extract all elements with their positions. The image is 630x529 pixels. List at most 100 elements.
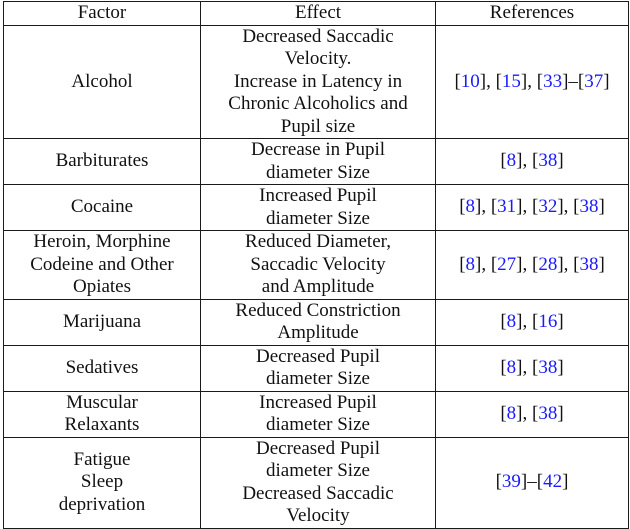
citation-link[interactable]: 38	[579, 196, 598, 217]
citation-link[interactable]: 38	[538, 403, 557, 424]
citation-link[interactable]: 42	[543, 471, 562, 492]
citation-separator: ,	[481, 196, 491, 218]
factor-cell: Muscular Relaxants	[3, 390, 201, 438]
factor-text: Cocaine	[70, 196, 134, 218]
factor-text: Relaxants	[64, 414, 140, 435]
references-list: [8], [31], [32], [38]	[459, 196, 605, 217]
bracket-close: ]	[557, 356, 564, 378]
effect-cell: Increased Pupil diameter Size	[200, 184, 436, 231]
effect-text: diameter Size	[266, 161, 370, 183]
effect-text: Decreased Saccadic	[242, 25, 394, 47]
citation-link[interactable]: 32	[538, 196, 557, 217]
table-row: Cocaine Increased Pupil diameter Size [8], …	[3, 184, 629, 231]
effect-text: Velocity.	[284, 48, 352, 69]
citation-link[interactable]: 39	[502, 471, 521, 492]
citation-separator: ,	[563, 196, 574, 218]
bracket-close: ]	[598, 196, 605, 218]
factor-text: Barbiturates	[55, 150, 149, 172]
citation-separator: ,	[522, 150, 532, 172]
references-cell: [8], [38]	[435, 390, 629, 438]
citation-link[interactable]: 8	[466, 254, 476, 275]
table-row: Sedatives Decreased Pupil diameter Size [8]…	[3, 344, 629, 392]
factor-cell: Barbiturates	[3, 138, 201, 185]
bracket-close: ]	[598, 253, 605, 275]
citation-link[interactable]: 31	[497, 196, 516, 217]
effect-text: and Amplitude	[261, 276, 375, 297]
effect-cell: Decreased Pupil diameter Size	[200, 344, 436, 392]
header-factor: Factor	[3, 1, 201, 26]
citation-link[interactable]: 15	[502, 71, 521, 92]
table-row: Muscular Relaxants Increased Pupil diameter…	[3, 390, 629, 438]
references-list: [8], [16]	[500, 311, 563, 332]
factor-text: deprivation	[58, 493, 146, 515]
citation-link[interactable]: 37	[584, 71, 603, 92]
factor-cell: Marijuana	[3, 298, 201, 346]
effect-text: Decreased Pupil	[256, 345, 380, 367]
citation-separator: –	[568, 70, 578, 92]
effect-text: Decreased Saccadic	[242, 482, 394, 504]
effect-text: Increase in Latency in	[233, 70, 403, 92]
references-list: [8], [27], [28], [38]	[459, 254, 605, 275]
citation-separator: ,	[563, 253, 574, 275]
header-row: Factor Effect References	[3, 1, 629, 26]
effect-cell: Increased Pupil diameter Size	[200, 390, 436, 438]
citation-link[interactable]: 28	[538, 254, 557, 275]
factor-text: Muscular	[66, 391, 138, 413]
citation-link[interactable]: 8	[466, 196, 476, 217]
header-effect: Effect	[200, 1, 436, 26]
citation-separator: ,	[522, 356, 532, 378]
citation-separator: ,	[486, 70, 496, 92]
table-row: Marijuana Reduced Constriction Amplitude [8…	[3, 298, 629, 346]
citation-separator: ,	[522, 310, 532, 332]
citation-link[interactable]: 10	[461, 71, 480, 92]
effect-text: Reduced Constriction	[235, 299, 401, 321]
factor-text: Sleep	[80, 471, 124, 493]
references-list: [8], [38]	[500, 357, 563, 378]
bracket-close: ]	[562, 471, 569, 493]
effect-text: Chronic Alcoholics and	[228, 93, 408, 114]
factor-text: Fatigue	[73, 448, 131, 470]
citation-link[interactable]: 38	[538, 357, 557, 378]
table-body: Alcohol Decreased Saccadic Velocity. Increa…	[3, 24, 629, 529]
citation-link[interactable]: 8	[507, 150, 517, 171]
citation-separator: ,	[522, 402, 532, 424]
factor-text: Heroin, Morphine	[33, 231, 171, 252]
references-list: [39]–[42]	[496, 471, 569, 492]
references-cell: [8], [38]	[435, 344, 629, 392]
citation-separator: ,	[522, 253, 532, 275]
drug-effects-table: Factor Effect References Alcohol Decrease…	[3, 1, 629, 529]
effect-text: Increased Pupil	[259, 185, 377, 206]
citation-link[interactable]: 8	[507, 403, 517, 424]
bracket-close: ]	[557, 402, 564, 424]
effect-text: diameter Size	[266, 460, 370, 481]
table-row: Fatigue Sleep deprivation Decreased Pupil di…	[3, 436, 629, 529]
factor-cell: Fatigue Sleep deprivation	[3, 436, 201, 529]
effect-text: diameter Size	[266, 414, 370, 435]
factor-cell: Alcohol	[3, 24, 201, 139]
factor-text: Opiates	[72, 276, 132, 297]
references-cell: [8], [38]	[435, 138, 629, 185]
effect-text: Increased Pupil	[259, 391, 377, 413]
citation-link[interactable]: 16	[538, 311, 557, 332]
citation-link[interactable]: 38	[579, 254, 598, 275]
citation-link[interactable]: 8	[507, 357, 517, 378]
effect-text: Velocity	[286, 505, 350, 526]
references-cell: [8], [31], [32], [38]	[435, 184, 629, 231]
citation-link[interactable]: 38	[538, 150, 557, 171]
factor-cell: Sedatives	[3, 344, 201, 392]
bracket-close: ]	[557, 310, 564, 332]
effect-text: Reduced Diameter,	[245, 231, 391, 252]
factor-text: Marijuana	[62, 310, 142, 332]
bracket-close: ]	[603, 70, 610, 92]
citation-separator: ,	[527, 70, 537, 92]
references-cell: [39]–[42]	[435, 436, 629, 529]
citation-link[interactable]: 8	[507, 311, 517, 332]
effect-text: Decreased Pupil	[256, 437, 380, 459]
citation-separator: ,	[481, 253, 491, 275]
citation-link[interactable]: 33	[543, 71, 562, 92]
table-row: Alcohol Decreased Saccadic Velocity. Increa…	[3, 24, 629, 139]
table-row: Heroin, Morphine Codeine and Other Opiates…	[3, 230, 629, 300]
factor-text: Codeine and Other	[30, 253, 174, 275]
references-list: [8], [38]	[500, 150, 563, 171]
citation-link[interactable]: 27	[497, 254, 516, 275]
